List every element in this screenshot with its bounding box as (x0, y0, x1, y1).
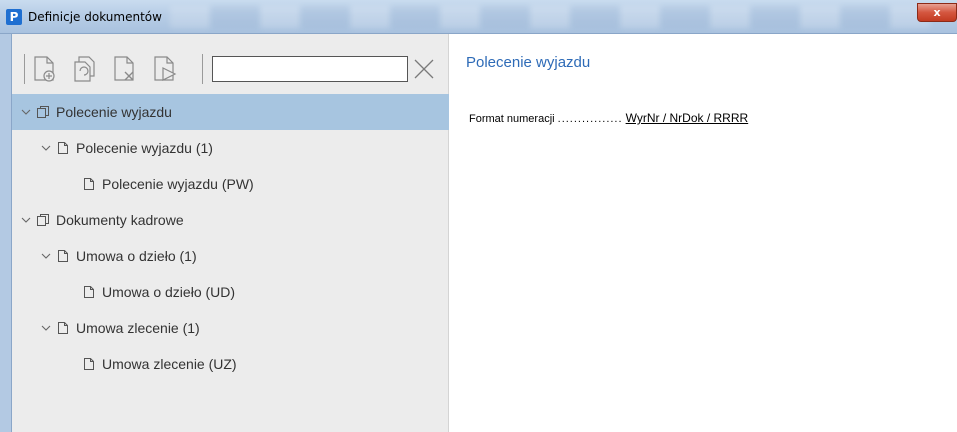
tree-item-label: Umowa zlecenie (1) (76, 320, 200, 336)
search-input[interactable] (212, 56, 408, 82)
clear-search-icon[interactable] (412, 57, 436, 81)
document-icon (56, 141, 76, 155)
close-button[interactable]: x (917, 3, 957, 22)
chevron-down-icon[interactable] (40, 322, 56, 334)
chevron-down-icon[interactable] (40, 142, 56, 154)
toolbar (12, 34, 449, 90)
details-title: Polecenie wyjazdu (466, 54, 591, 71)
copy-document-icon[interactable] (72, 54, 98, 84)
app-icon: P (6, 9, 22, 25)
definitions-tree: Polecenie wyjazdu Polecenie wyjazdu (1) Po… (12, 94, 449, 382)
tree-item[interactable]: Umowa o dzieło (UD) (12, 274, 449, 310)
tree-item-label: Umowa o dzieło (1) (76, 248, 197, 264)
toolbar-separator (202, 54, 203, 84)
delete-document-icon[interactable] (112, 54, 138, 84)
window-frame-left (0, 34, 12, 432)
toolbar-separator (24, 54, 25, 84)
details-pane: Polecenie wyjazdu Format numeracji .....… (450, 34, 957, 432)
tree-item-label: Umowa zlecenie (UZ) (102, 356, 237, 372)
leader-dots: ................ (557, 113, 623, 125)
numbering-format-row: Format numeracji ................ WyrNr … (469, 111, 748, 125)
tree-item[interactable]: Dokumenty kadrowe (12, 202, 449, 238)
definitions-tree-pane: Polecenie wyjazdu Polecenie wyjazdu (1) Po… (12, 34, 449, 432)
tree-item[interactable]: Umowa o dzieło (1) (12, 238, 449, 274)
window-title: Definicje dokumentów (28, 10, 162, 24)
document-icon (56, 321, 76, 335)
tree-item-label: Umowa o dzieło (UD) (102, 284, 236, 300)
tree-item[interactable]: Polecenie wyjazdu (1) (12, 130, 449, 166)
window-titlebar: P Definicje dokumentów x (0, 0, 957, 34)
add-document-icon[interactable] (32, 54, 58, 84)
tree-item[interactable]: Polecenie wyjazdu (PW) (12, 166, 449, 202)
document-icon (56, 249, 76, 263)
tree-item-label: Polecenie wyjazdu (1) (76, 140, 213, 156)
document-icon (82, 357, 102, 371)
document-icon (82, 177, 102, 191)
tree-item-label: Polecenie wyjazdu (56, 104, 172, 120)
numbering-format-link[interactable]: WyrNr / NrDok / RRRR (626, 111, 749, 125)
chevron-down-icon[interactable] (40, 250, 56, 262)
chevron-down-icon[interactable] (20, 106, 36, 118)
document-icon (82, 285, 102, 299)
tree-item[interactable]: Umowa zlecenie (1) (12, 310, 449, 346)
group-icon (36, 213, 56, 227)
tree-item-label: Polecenie wyjazdu (PW) (102, 176, 254, 192)
numbering-format-label: Format numeracji (469, 113, 555, 125)
export-document-icon[interactable] (152, 54, 178, 84)
tree-item[interactable]: Umowa zlecenie (UZ) (12, 346, 449, 382)
tree-item-label: Dokumenty kadrowe (56, 212, 184, 228)
chevron-down-icon[interactable] (20, 214, 36, 226)
group-icon (36, 105, 56, 119)
tree-item[interactable]: Polecenie wyjazdu (12, 94, 449, 130)
